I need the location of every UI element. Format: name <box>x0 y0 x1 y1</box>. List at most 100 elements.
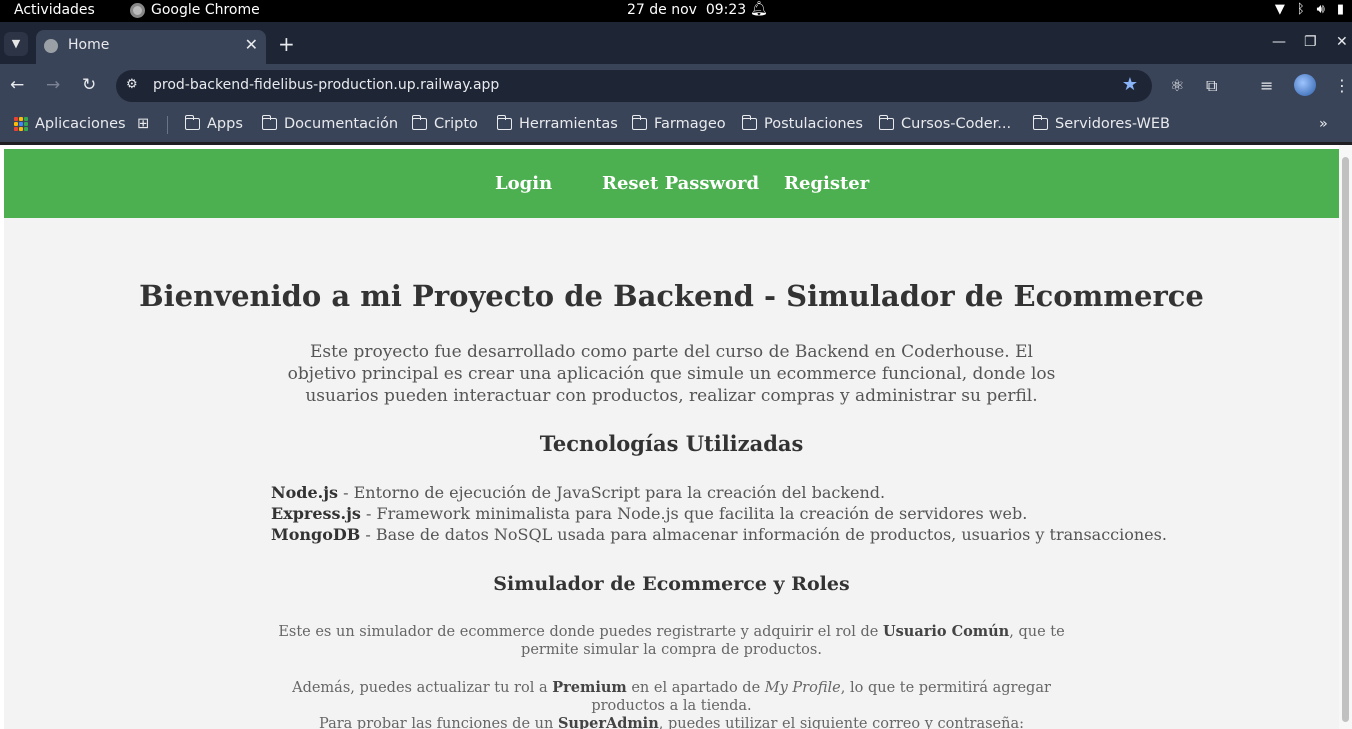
bookmarks-separator <box>167 116 168 134</box>
bookmark-label: Postulaciones <box>764 116 863 132</box>
superadmin-paragraph: Para probar las funciones de un SuperAdm… <box>269 715 1074 729</box>
app-menu[interactable]: Google Chrome <box>130 2 260 18</box>
chrome-icon <box>130 2 145 18</box>
intro-paragraph: Este proyecto fue desarrollado como part… <box>287 342 1056 406</box>
simulator-heading: Simulador de Ecommerce y Roles <box>493 573 850 595</box>
back-button[interactable]: ← <box>10 75 24 95</box>
time-label: 09:23 <box>705 2 747 18</box>
browser-toolbar: ← → ↻ ⚙ prod-backend-fidelibus-productio… <box>0 64 1352 108</box>
bookmark-label: Aplicaciones <box>35 116 126 132</box>
bookmark-label: Herramientas <box>519 116 618 132</box>
scrollbar-thumb[interactable] <box>1342 157 1349 722</box>
tech-desc: - Entorno de ejecución de JavaScript par… <box>338 483 886 502</box>
folder-icon <box>184 115 200 130</box>
bookmarks-bar: Aplicaciones ⊞ Apps Documentación Cripto… <box>0 108 1352 142</box>
bookmark-servidores-web[interactable]: Servidores-WEB <box>1032 115 1170 132</box>
bookmark-aplicaciones[interactable]: Aplicaciones <box>14 116 126 132</box>
text: Para probar las funciones de un <box>318 716 558 729</box>
bell-icon: 🔔︎ <box>750 1 768 17</box>
folder-icon <box>261 115 277 130</box>
folder-icon <box>496 115 512 130</box>
tech-desc: - Base de datos NoSQL usada para almacen… <box>360 525 1167 544</box>
reload-button[interactable]: ↻ <box>82 75 96 95</box>
bookmark-label: Farmageo <box>654 116 726 132</box>
globe-icon <box>44 39 58 53</box>
battery-icon: ▮ <box>1336 2 1344 17</box>
address-bar[interactable]: ⚙ prod-backend-fidelibus-production.up.r… <box>116 70 1152 102</box>
nav-login-link[interactable]: Login <box>495 173 552 194</box>
page-scrollbar[interactable] <box>1339 145 1352 729</box>
tech-desc: - Framework minimalista para Node.js que… <box>360 504 1028 523</box>
list-item: Node.js - Entorno de ejecución de JavaSc… <box>271 482 1167 503</box>
role-name: SuperAdmin <box>557 715 659 729</box>
forward-button[interactable]: → <box>46 75 60 95</box>
page-title: Bienvenido a mi Proyecto de Backend - Si… <box>139 279 1204 313</box>
restore-button[interactable]: ❐ <box>1304 34 1317 50</box>
tech-heading: Tecnologías Utilizadas <box>539 431 804 456</box>
tech-name: Node.js <box>271 483 339 502</box>
text: Este es un simulador de ecommerce donde … <box>278 624 883 640</box>
bookmark-cursos-coder[interactable]: Cursos-Coder... <box>878 115 1012 132</box>
url-text: prod-backend-fidelibus-production.up.rai… <box>153 77 500 93</box>
site-info-icon[interactable]: ⚙ <box>126 77 144 95</box>
role-name: Premium <box>552 679 627 696</box>
close-icon[interactable]: ✕ <box>245 35 258 54</box>
bookmark-label: Cripto <box>434 116 478 132</box>
bookmark-documentacion[interactable]: Documentación <box>261 115 399 132</box>
bookmark-herramientas[interactable]: Herramientas <box>496 115 618 132</box>
bookmark-apps[interactable]: Apps <box>184 115 243 132</box>
volume-icon: 🔊︎ <box>1316 2 1325 17</box>
bookmark-farmageo[interactable]: Farmageo <box>631 115 726 132</box>
clock[interactable]: 27 de nov 09:23 <box>627 2 746 18</box>
page-viewport: Login Reset Password Register Bienvenido… <box>0 145 1352 729</box>
react-devtools-icon[interactable]: ⚛ <box>1170 76 1184 95</box>
apps-grid-icon <box>14 117 28 131</box>
tab-title: Home <box>68 37 110 53</box>
tech-list: Node.js - Entorno de ejecución de JavaSc… <box>271 482 1167 545</box>
extensions-icon[interactable]: ⧉ <box>1206 76 1217 96</box>
media-controls-icon[interactable]: ≡ <box>1260 76 1273 95</box>
list-item: MongoDB - Base de datos NoSQL usada para… <box>271 524 1167 545</box>
nav-register-link[interactable]: Register <box>784 173 869 194</box>
new-tab-button[interactable]: + <box>278 32 295 56</box>
roles-paragraph: Este es un simulador de ecommerce donde … <box>269 623 1074 659</box>
window-close-button[interactable]: ✕ <box>1336 34 1348 50</box>
folder-icon <box>411 115 427 130</box>
nav-reset-password-link[interactable]: Reset Password <box>602 173 759 194</box>
text: en el apartado de <box>626 680 765 696</box>
tech-name: Express.js <box>271 504 361 523</box>
app-name: Google Chrome <box>151 2 260 18</box>
folder-icon <box>1032 115 1048 130</box>
tech-name: MongoDB <box>271 525 361 544</box>
bookmark-cripto[interactable]: Cripto <box>411 115 478 132</box>
apps-launcher-icon[interactable]: ⊞ <box>137 116 149 132</box>
bookmark-label: Apps <box>207 116 243 132</box>
tab-strip: ▼ Home ✕ + — ❐ ✕ <box>0 22 1352 64</box>
bookmark-star-icon[interactable]: ★ <box>1122 74 1138 95</box>
premium-paragraph: Además, puedes actualizar tu rol a Premi… <box>269 679 1074 715</box>
tab-search-button[interactable]: ▼ <box>4 32 28 56</box>
bookmark-label: Servidores-WEB <box>1055 116 1170 132</box>
folder-icon <box>741 115 757 130</box>
page-body: Login Reset Password Register Bienvenido… <box>4 149 1339 729</box>
activities-button[interactable]: Actividades <box>14 2 95 18</box>
wifi-icon: ▼ <box>1274 2 1285 17</box>
text: Además, puedes actualizar tu rol a <box>292 680 553 696</box>
system-tray[interactable]: ▼ ᛒ 🔊︎ ▮ <box>1275 2 1344 17</box>
minimize-button[interactable]: — <box>1272 34 1286 50</box>
os-top-bar: Actividades Google Chrome 27 de nov 09:2… <box>0 0 1352 22</box>
text: , puedes utilizar el siguiente correo y … <box>658 716 1025 729</box>
bookmark-label: Documentación <box>284 116 399 132</box>
date-label: 27 de nov <box>627 2 697 18</box>
tab-home[interactable]: Home ✕ <box>36 30 266 64</box>
bookmark-postulaciones[interactable]: Postulaciones <box>741 115 863 132</box>
menu-icon[interactable]: ⋮ <box>1334 76 1350 95</box>
site-navbar: Login Reset Password Register <box>4 149 1339 218</box>
role-name: Usuario Común <box>882 623 1010 640</box>
profile-avatar[interactable] <box>1294 74 1316 96</box>
bookmark-label: Cursos-Coder... <box>901 116 1012 132</box>
bluetooth-icon: ᛒ <box>1296 2 1305 17</box>
list-item: Express.js - Framework minimalista para … <box>271 503 1167 524</box>
folder-icon <box>631 115 647 130</box>
bookmarks-overflow-icon[interactable]: » <box>1319 116 1328 132</box>
